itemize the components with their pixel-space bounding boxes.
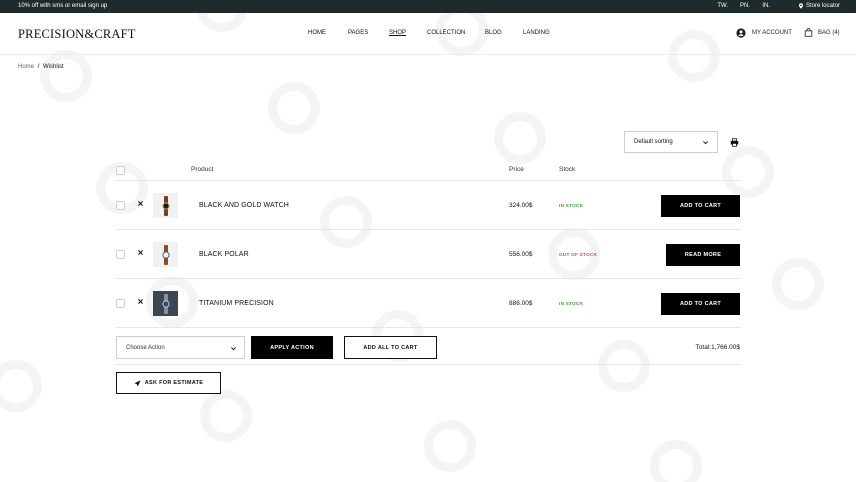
social-link-pinterest[interactable]: PN. [740,3,750,9]
stock-status: IN STOCK [559,301,584,306]
product-name[interactable]: BLACK POLAR [199,251,249,258]
chevron-down-icon [703,141,708,145]
wishlist-total: Total:1,766.00$ [695,344,740,351]
my-account-link[interactable]: MY ACCOUNT [736,28,792,38]
bulk-actions: Choose Action APPLY ACTION ADD ALL TO CA… [116,336,741,360]
watch-icon [161,244,170,265]
my-account-label: MY ACCOUNT [752,30,792,36]
header-price: Price [509,166,524,173]
social-link-instagram[interactable]: IN. [762,3,770,9]
nav-item-home[interactable]: HOME [308,30,326,36]
user-icon [736,28,746,38]
watermark-logo [200,390,252,442]
stock-status: OUT OF STOCK [559,252,598,257]
breadcrumb-separator: / [37,64,40,70]
product-name[interactable]: TITANIUM PRECISION [199,300,274,307]
table-header: Product Price Stock [116,160,741,181]
product-price: 324.00$ [509,202,533,209]
shopping-bag-icon [804,28,813,37]
nav-item-blog[interactable]: BLOG [485,30,502,36]
nav-item-shop[interactable]: SHOP [389,30,406,36]
add-to-cart-button[interactable]: ADD TO CART [661,293,740,315]
product-thumbnail[interactable] [153,193,178,218]
nav-item-collection[interactable]: COLLECTION [427,30,465,36]
print-icon[interactable] [730,138,739,147]
paper-plane-icon [134,379,141,387]
sorting-select[interactable]: Default sorting [624,131,718,153]
product-thumbnail[interactable] [153,291,178,316]
watermark-logo [772,258,824,310]
watch-icon [161,293,170,314]
nav-item-landing[interactable]: LANDING [523,30,550,36]
header-stock: Stock [559,166,576,173]
chevron-down-icon [231,347,236,351]
bag-link[interactable]: BAG (4) [804,28,840,37]
add-all-to-cart-button[interactable]: ADD ALL TO CART [344,336,437,359]
watch-icon [161,195,170,216]
watermark-logo [424,420,476,472]
ask-for-estimate-button[interactable]: ASK FOR ESTIMATE [116,372,221,394]
store-locator-label: Store locator [805,3,840,9]
apply-action-button[interactable]: APPLY ACTION [251,336,333,359]
product-thumbnail[interactable] [153,242,178,267]
promo-bar: 10% off with sms or email sign up TW. PN… [0,0,856,13]
breadcrumb-home[interactable]: Home [18,64,34,70]
table-row: BLACK AND GOLD WATCH 324.00$ IN STOCK AD… [116,181,741,230]
remove-icon[interactable] [137,200,144,207]
stock-status: IN STOCK [559,203,584,208]
nav-item-pages[interactable]: PAGES [348,30,368,36]
bag-label: BAG (4) [818,29,840,36]
product-price: 556.00$ [509,251,533,258]
promo-text: 10% off with sms or email sign up [18,3,108,9]
header-product: Product [191,166,214,173]
product-price: 886.00$ [509,300,533,307]
watermark-logo [40,50,92,102]
watermark-logo [268,82,320,134]
row-checkbox[interactable] [116,250,125,259]
choose-action-select[interactable]: Choose Action [116,336,245,359]
social-link-twitter[interactable]: TW. [717,3,728,9]
breadcrumb-current: Wishlist [43,64,64,70]
ask-for-estimate-label: ASK FOR ESTIMATE [144,380,204,386]
table-row: BLACK POLAR 556.00$ OUT OF STOCK READ MO… [116,230,741,279]
read-more-button[interactable]: READ MORE [666,244,740,266]
watermark-logo [494,112,546,164]
table-row: TITANIUM PRECISION 886.00$ IN STOCK ADD … [116,279,741,328]
location-pin-icon [798,3,804,9]
watermark-logo [650,440,702,482]
remove-icon[interactable] [137,298,144,305]
row-checkbox[interactable] [116,299,125,308]
select-all-checkbox[interactable] [116,166,125,175]
choose-action-value: Choose Action [126,345,165,351]
wishlist-table: Product Price Stock BLACK AND GOLD WATCH… [116,160,741,328]
remove-icon[interactable] [137,249,144,256]
site-logo[interactable]: PRECISION&CRAFT [18,27,136,42]
watermark-logo [0,360,42,412]
product-name[interactable]: BLACK AND GOLD WATCH [199,202,289,209]
sorting-selected-value: Default sorting [634,139,673,145]
add-to-cart-button[interactable]: ADD TO CART [661,195,740,217]
store-locator-link[interactable]: Store locator [798,3,840,9]
row-checkbox[interactable] [116,201,125,210]
divider [116,364,741,365]
breadcrumb: Home / Wishlist [18,64,64,70]
site-header: PRECISION&CRAFT HOME PAGES SHOP COLLECTI… [0,13,856,55]
